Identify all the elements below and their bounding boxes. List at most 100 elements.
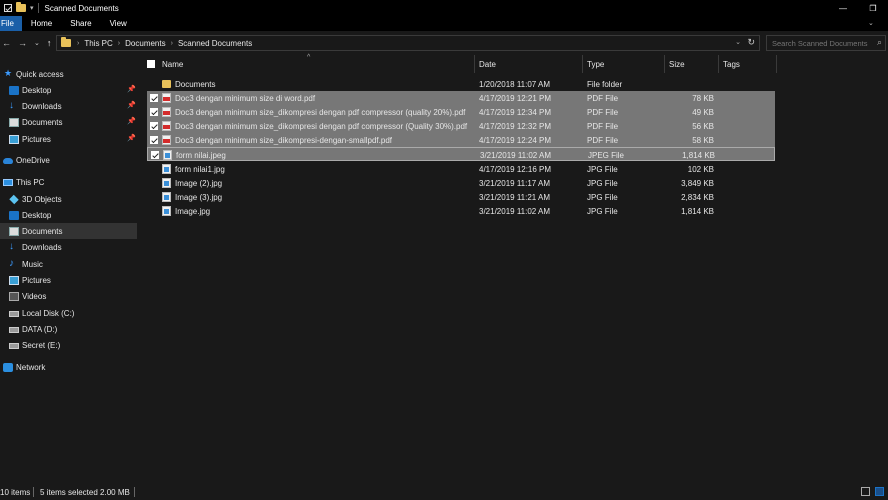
file-name: Doc3 dengan minimum size_dikompresi deng… [175,121,468,131]
sidebar-item-videos[interactable]: Videos [0,288,137,304]
file-row[interactable]: form nilai.jpeg 3/21/2019 11:02 AM JPEG … [147,147,775,161]
up-arrow-icon[interactable]: ↑ [47,38,52,48]
sidebar-item-secret-e[interactable]: Secret (E:) [0,337,137,353]
breadcrumb-documents[interactable]: Documents [125,39,165,48]
tab-file[interactable]: File [0,16,22,31]
sidebar-item-label: Network [16,362,46,372]
column-header-size[interactable]: Size [665,55,719,73]
sidebar-item-documents-pinned[interactable]: Documents 📌 [0,114,137,130]
column-header-type[interactable]: Type [583,55,665,73]
title-bar: ▾ Scanned Documents — ❐ [0,0,888,16]
sidebar-item-quick-access[interactable]: ★ Quick access [0,66,137,82]
computer-icon [3,179,13,186]
refresh-icon[interactable]: ↻ [747,37,755,48]
documents-icon [9,118,19,127]
column-header-name[interactable]: Name [158,55,475,73]
image-file-icon [162,192,171,202]
minimize-button[interactable]: — [828,0,858,16]
file-size: 49 KB [692,107,714,117]
address-bar[interactable]: › This PC › Documents › Scanned Document… [56,35,760,51]
sidebar-item-pictures-pinned[interactable]: Pictures 📌 [0,131,137,147]
sidebar-item-data-d[interactable]: DATA (D:) [0,321,137,337]
search-input[interactable] [772,38,872,48]
forward-arrow-icon[interactable]: → [18,38,27,48]
breadcrumb-scanned-documents[interactable]: Scanned Documents [178,39,252,48]
address-dropdown-icon[interactable]: ⌄ [735,38,741,46]
pdf-file-icon [162,121,171,131]
recent-locations-icon[interactable]: ⌄ [34,39,40,47]
window-title: Scanned Documents [44,3,119,13]
sidebar-item-label: Local Disk (C:) [22,308,75,318]
chevron-right-icon[interactable]: › [118,40,120,47]
file-size: 3,849 KB [681,178,714,188]
breadcrumb-this-pc[interactable]: This PC [84,39,112,48]
file-date: 4/17/2019 12:16 PM [479,164,552,174]
star-icon: ★ [4,68,13,78]
back-arrow-icon[interactable]: ← [2,38,11,48]
column-header-date[interactable]: Date [475,55,583,73]
expand-ribbon-icon[interactable]: ⌄ [868,19,876,27]
pin-icon[interactable]: 📌 [127,85,136,93]
file-row[interactable]: form nilai1.jpg 4/17/2019 12:16 PM JPG F… [147,162,775,176]
item-count: 10 items [0,487,31,497]
desktop-icon [9,86,19,95]
music-icon: ♪ [9,258,14,269]
details-view-icon[interactable] [861,487,870,496]
row-checkbox[interactable] [150,94,158,102]
sidebar-item-documents[interactable]: Documents [0,223,137,239]
folder-icon [61,37,71,47]
sidebar-item-onedrive[interactable]: OneDrive [0,152,137,168]
pin-icon[interactable]: 📌 [127,101,136,109]
new-folder-icon[interactable] [16,2,26,12]
file-date: 4/17/2019 12:32 PM [479,121,552,131]
large-icons-view-icon[interactable] [875,487,884,496]
file-date: 1/20/2018 11:07 AM [479,79,551,89]
file-row[interactable]: Image.jpg 3/21/2019 11:02 AM JPG File 1,… [147,204,775,218]
pin-icon[interactable]: 📌 [127,134,136,142]
chevron-right-icon[interactable]: › [77,40,79,47]
download-icon: ↓ [9,100,14,111]
pdf-file-icon [162,107,171,117]
row-checkbox[interactable] [150,136,158,144]
sidebar-item-downloads[interactable]: ↓ Downloads [0,239,137,255]
row-checkbox[interactable] [150,108,158,116]
file-row[interactable]: Doc3 dengan minimum size di word.pdf 4/1… [147,91,775,105]
file-size: 1,814 KB [682,150,715,160]
sidebar-item-pictures[interactable]: Pictures [0,272,137,288]
tab-home[interactable]: Home [22,16,61,31]
file-date: 4/17/2019 12:24 PM [479,135,552,145]
row-checkbox[interactable] [150,122,158,130]
sidebar-item-label: Secret (E:) [22,340,61,350]
sidebar-item-music[interactable]: ♪ Music [0,256,137,272]
file-size: 58 KB [692,135,714,145]
sidebar-item-local-disk-c[interactable]: Local Disk (C:) [0,305,137,321]
sidebar-item-3d-objects[interactable]: 3D Objects [0,191,137,207]
sidebar-item-label: Music [22,259,43,269]
sidebar-item-network[interactable]: Network [0,359,137,375]
column-headers: ^ Name Date Type Size Tags [138,54,888,73]
sidebar-item-desktop-pinned[interactable]: Desktop 📌 [0,82,137,98]
customize-toolbar-dropdown-icon[interactable]: ▾ [30,4,34,12]
search-box[interactable]: ⌕ [766,35,886,51]
sidebar-item-downloads-pinned[interactable]: ↓ Downloads 📌 [0,98,137,114]
file-row[interactable]: Image (3).jpg 3/21/2019 11:21 AM JPG Fil… [147,190,775,204]
row-checkbox[interactable] [151,151,159,159]
pin-icon[interactable]: 📌 [127,117,136,125]
maximize-button[interactable]: ❐ [858,0,888,16]
sidebar-item-this-pc[interactable]: This PC [0,174,137,190]
file-row[interactable]: Doc3 dengan minimum size_dikompresi deng… [147,119,775,133]
sidebar-item-label: This PC [16,177,45,187]
file-row[interactable]: Image (2).jpg 3/21/2019 11:17 AM JPG Fil… [147,176,775,190]
file-type: JPG File [587,206,618,216]
file-row[interactable]: Doc3 dengan minimum size_dikompresi deng… [147,105,775,119]
properties-icon[interactable] [4,4,12,12]
tab-view[interactable]: View [101,16,136,31]
select-all-checkbox[interactable] [147,60,155,68]
chevron-right-icon[interactable]: › [171,40,173,47]
column-header-tags[interactable]: Tags [719,55,777,73]
file-row[interactable]: Doc3 dengan minimum size_dikompresi-deng… [147,133,775,147]
desktop-icon [9,211,19,220]
file-row[interactable]: Documents 1/20/2018 11:07 AM File folder [147,77,775,91]
sidebar-item-desktop[interactable]: Desktop [0,207,137,223]
tab-share[interactable]: Share [61,16,100,31]
